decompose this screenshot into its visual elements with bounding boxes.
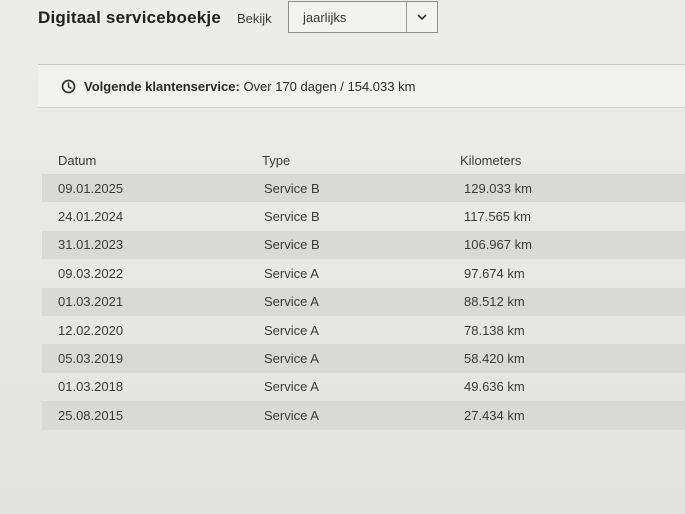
cell-type: Service A: [264, 294, 319, 310]
next-service-banner: Volgende klantenservice: Over 170 dagen …: [38, 64, 685, 108]
cell-km: 49.636 km: [464, 379, 525, 395]
cell-km: 88.512 km: [464, 294, 525, 310]
column-header-date: Datum: [58, 152, 97, 168]
cell-type: Service A: [264, 351, 319, 367]
cell-type: Service B: [264, 237, 320, 253]
chevron-down-icon: [417, 13, 427, 20]
table-row: 01.03.2018 Service A 49.636 km: [42, 373, 685, 401]
cell-type: Service A: [264, 322, 319, 338]
column-header-type: Type: [262, 152, 291, 168]
cell-date: 12.02.2020: [58, 322, 124, 338]
column-header-km: Kilometers: [460, 152, 522, 168]
cell-date: 01.03.2021: [58, 294, 124, 310]
service-history-table: Datum Type Kilometers 09.01.2025 Service …: [42, 146, 685, 430]
cell-type: Service B: [264, 209, 320, 225]
cell-km: 78.138 km: [464, 322, 525, 338]
cell-km: 58.420 km: [464, 351, 525, 367]
cell-km: 27.434 km: [464, 407, 525, 423]
service-book-screen: Digitaal serviceboekje Bekijk jaarlijks …: [0, 0, 685, 514]
cell-km: 97.674 km: [464, 265, 525, 281]
cell-date: 24.01.2024: [58, 209, 124, 225]
cell-date: 01.03.2018: [58, 379, 124, 395]
table-row: 01.03.2021 Service A 88.512 km: [42, 287, 685, 316]
cell-km: 117.565 km: [464, 209, 531, 225]
table-row: 09.03.2022 Service A 97.674 km: [42, 259, 685, 287]
period-select-value: jaarlijks: [303, 9, 347, 25]
cell-type: Service B: [264, 180, 320, 196]
cell-date: 05.03.2019: [58, 351, 124, 367]
period-select-toggle[interactable]: [406, 2, 437, 32]
cell-km: 106.967 km: [464, 237, 532, 253]
header: Digitaal serviceboekje Bekijk: [38, 0, 272, 36]
table-row: 25.08.2015 Service A 27.434 km: [42, 401, 685, 430]
cell-date: 25.08.2015: [58, 407, 124, 423]
table-row: 31.01.2023 Service B 106.967 km: [42, 230, 685, 260]
next-service-text: Volgende klantenservice: Over 170 dagen …: [84, 79, 415, 94]
table-row: 24.01.2024 Service B 117.565 km: [42, 202, 685, 230]
period-select[interactable]: jaarlijks: [288, 1, 438, 33]
table-header: Datum Type Kilometers: [42, 146, 685, 174]
cell-date: 09.03.2022: [58, 265, 124, 281]
cell-date: 09.01.2025: [58, 180, 124, 196]
cell-date: 31.01.2023: [58, 237, 124, 253]
next-service-label: Volgende klantenservice:: [84, 78, 240, 94]
cell-type: Service A: [264, 379, 319, 395]
view-label: Bekijk: [237, 10, 272, 26]
table-row: 09.01.2025 Service B 129.033 km: [42, 174, 685, 203]
next-service-value: Over 170 dagen / 154.033 km: [239, 78, 416, 94]
page-title: Digitaal serviceboekje: [38, 8, 221, 27]
cell-type: Service A: [264, 265, 319, 281]
cell-type: Service A: [264, 407, 319, 423]
table-row: 05.03.2019 Service A 58.420 km: [42, 344, 685, 373]
table-row: 12.02.2020 Service A 78.138 km: [42, 316, 685, 344]
cell-km: 129.033 km: [464, 180, 532, 196]
table-body: 09.01.2025 Service B 129.033 km 24.01.2024 S…: [42, 174, 685, 430]
clock-icon: [60, 78, 76, 94]
